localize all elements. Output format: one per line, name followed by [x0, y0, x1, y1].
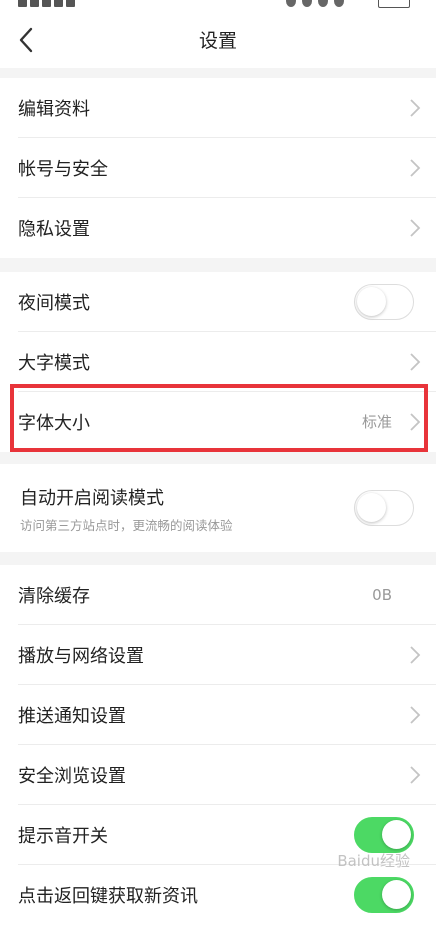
settings-item-night-mode: 夜间模式	[0, 272, 436, 332]
chevron-right-icon	[410, 646, 421, 664]
back-refresh-toggle[interactable]	[354, 877, 414, 913]
settings-item-account-security[interactable]: 帐号与安全	[0, 138, 436, 198]
page-title: 设置	[198, 30, 237, 52]
chevron-right-icon	[410, 99, 421, 117]
top-bar: 设置	[0, 10, 436, 68]
settings-item-label: 编辑资料	[18, 99, 90, 120]
settings-item-label: 提示音开关	[18, 826, 108, 847]
status-icons	[286, 0, 366, 7]
font-size-value: 标准	[361, 413, 392, 431]
settings-item-label: 播放与网络设置	[18, 646, 144, 667]
settings-item-label: 自动开启阅读模式	[20, 488, 164, 509]
settings-item-label: 清除缓存	[18, 586, 90, 607]
signal-icon	[18, 0, 88, 7]
settings-item-label: 安全浏览设置	[18, 766, 126, 787]
settings-item-label: 大字模式	[18, 353, 90, 374]
cache-size-value: 0B	[372, 586, 392, 604]
toggle-knob	[382, 880, 411, 909]
chevron-right-icon	[410, 413, 421, 431]
chevron-right-icon	[410, 766, 421, 784]
settings-item-label: 点击返回键获取新资讯	[18, 886, 198, 907]
toggle-knob	[357, 493, 386, 522]
sound-toggle[interactable]	[354, 817, 414, 853]
chevron-right-icon	[410, 706, 421, 724]
settings-item-label: 夜间模式	[18, 293, 90, 314]
settings-item-push-notifications[interactable]: 推送通知设置	[0, 685, 436, 745]
settings-item-large-text-mode[interactable]: 大字模式	[0, 332, 436, 392]
settings-item-safe-browsing[interactable]: 安全浏览设置	[0, 745, 436, 805]
chevron-right-icon	[410, 353, 421, 371]
auto-reader-mode-toggle[interactable]	[354, 490, 414, 526]
settings-item-subtitle: 访问第三方站点时，更流畅的阅读体验	[20, 518, 233, 533]
night-mode-toggle[interactable]	[354, 284, 414, 320]
settings-item-font-size[interactable]: 字体大小 标准	[0, 392, 436, 452]
watermark: Baidu经验	[337, 852, 410, 870]
chevron-right-icon	[410, 159, 421, 177]
settings-item-edit-profile[interactable]: 编辑资料	[0, 78, 436, 138]
settings-item-auto-reader-mode: 自动开启阅读模式 访问第三方站点时，更流畅的阅读体验	[0, 464, 436, 552]
settings-item-clear-cache[interactable]: 清除缓存 0B	[0, 565, 436, 625]
settings-item-label: 字体大小	[18, 413, 90, 434]
settings-item-label: 帐号与安全	[18, 159, 108, 180]
chevron-right-icon	[410, 219, 421, 237]
toggle-knob	[382, 820, 411, 849]
toggle-knob	[357, 287, 386, 316]
settings-item-back-refresh: 点击返回键获取新资讯	[0, 865, 436, 925]
status-bar	[0, 0, 436, 10]
settings-item-playback-network[interactable]: 播放与网络设置	[0, 625, 436, 685]
settings-item-label: 隐私设置	[18, 219, 90, 240]
settings-item-privacy[interactable]: 隐私设置	[0, 198, 436, 258]
settings-item-label: 推送通知设置	[18, 706, 126, 727]
battery-icon	[378, 0, 410, 8]
